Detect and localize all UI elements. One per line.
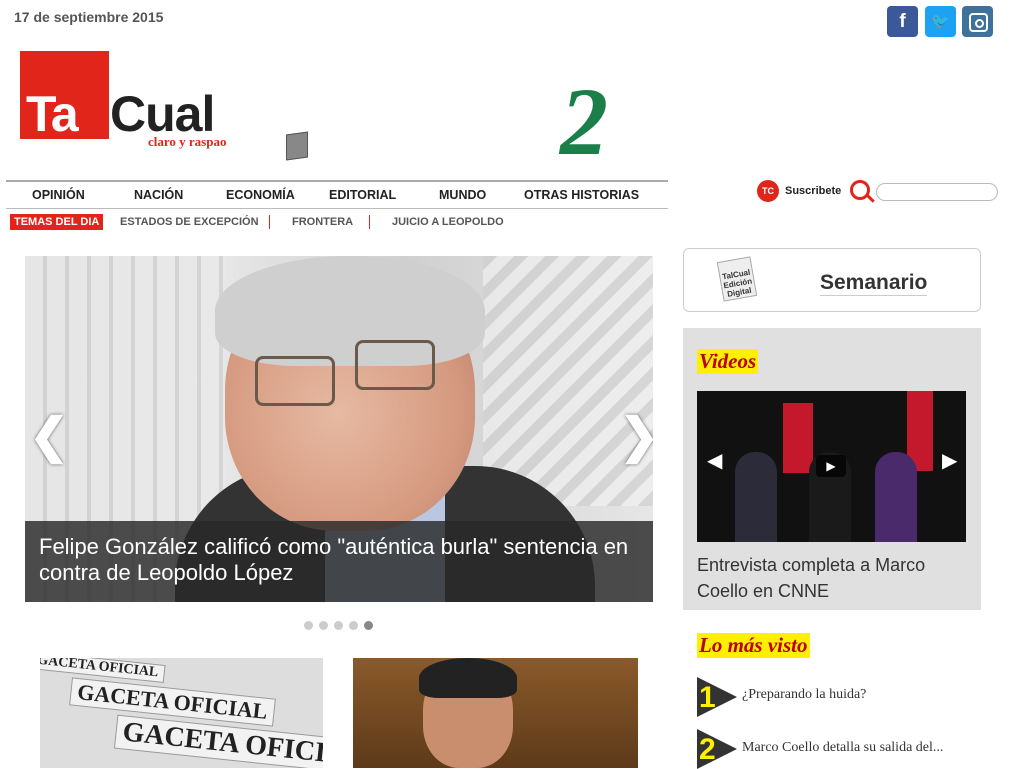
rank-number: 1: [699, 681, 716, 714]
slider-dot[interactable]: [319, 621, 328, 630]
video-person: [875, 452, 917, 542]
main-nav: OPINIÓN NACIÓN ECONOMÍA EDITORIAL MUNDO …: [6, 180, 668, 209]
most-viewed-widget: Lo más visto 1 ¿Preparando la huida? 2 M…: [683, 630, 981, 769]
printer-icon: [286, 131, 308, 161]
videos-title: Videos: [697, 349, 759, 374]
nav-item-editorial[interactable]: EDITORIAL: [329, 188, 396, 202]
semanario-banner[interactable]: TalCual Edición Digital Semanario: [683, 248, 981, 312]
search-icon[interactable]: [850, 180, 870, 200]
twitter-icon[interactable]: 🐦: [925, 6, 956, 37]
article-thumb-gaceta[interactable]: GACETA OFICIAL GACETA OFICIAL GACETA OFI…: [40, 658, 323, 768]
logo-tagline: claro y raspao: [148, 134, 227, 149]
anniversary-number: 2: [560, 68, 608, 175]
topics-badge: TEMAS DEL DIA: [10, 214, 104, 230]
subscribe-label: Suscribete: [785, 185, 842, 197]
most-viewed-title: Lo más visto: [697, 633, 810, 658]
topic-frontera[interactable]: FRONTERA: [292, 216, 353, 228]
rank-number: 2: [699, 733, 716, 766]
video-play-button[interactable]: ▶: [816, 455, 846, 477]
thumb-photo-hair: [419, 658, 517, 698]
hero-photo-hair: [215, 256, 485, 366]
rank-badge: 2: [697, 729, 737, 769]
nav-item-mundo[interactable]: MUNDO: [439, 188, 486, 202]
gaceta-paper-text: GACETA OFICIAL: [113, 714, 323, 768]
instagram-icon[interactable]: [962, 6, 993, 37]
nav-item-otras-historias[interactable]: OTRAS HISTORIAS: [524, 188, 639, 202]
topic-separator: [269, 215, 270, 229]
gaceta-paper-text: GACETA OFICIAL: [69, 677, 276, 727]
nav-item-opinion[interactable]: OPINIÓN: [32, 188, 85, 202]
site-logo[interactable]: Ta Cual claro y raspao: [20, 51, 245, 151]
hero-slider[interactable]: ❮ ❯ Felipe González calificó como "autén…: [25, 256, 653, 602]
semanario-label: Semanario: [820, 271, 928, 296]
edicion-digital-badge: TalCual Edición Digital: [716, 256, 758, 302]
nav-item-economia[interactable]: ECONOMÍA: [226, 188, 295, 202]
slider-next-button[interactable]: ❯: [619, 408, 653, 464]
topic-juicio-a-leopoldo[interactable]: JUICIO A LEOPOLDO: [392, 216, 504, 228]
header-date: 17 de septiembre 2015: [14, 9, 164, 25]
slider-dot[interactable]: [349, 621, 358, 630]
slider-prev-button[interactable]: ❮: [29, 408, 69, 464]
video-set-panel: [783, 403, 813, 473]
article-thumb-portrait[interactable]: [353, 658, 638, 768]
video-prev-icon[interactable]: ◀: [707, 448, 722, 473]
gaceta-paper-text: GACETA OFICIAL: [40, 658, 167, 684]
facebook-icon[interactable]: f: [887, 6, 918, 37]
video-caption[interactable]: Entrevista completa a Marco Coello en CN…: [697, 552, 967, 604]
hero-photo-glasses-left: [255, 356, 335, 406]
most-viewed-item[interactable]: Marco Coello detalla su salida del...: [742, 740, 943, 756]
video-person: [735, 452, 777, 542]
hero-headline[interactable]: Felipe González calificó como "auténtica…: [39, 534, 639, 586]
video-next-icon[interactable]: ▶: [942, 448, 957, 473]
logo-ta: Ta: [26, 86, 79, 142]
video-player[interactable]: ◀ ▶ ▶: [697, 391, 966, 542]
slider-dot[interactable]: [364, 621, 373, 630]
nav-item-nacion[interactable]: NACIÓN: [134, 188, 183, 202]
subscribe-logo-icon: TC: [757, 180, 779, 202]
rank-badge: 1: [697, 677, 737, 717]
hero-photo-glasses-right: [355, 340, 435, 390]
topic-estados-de-excepcion[interactable]: ESTADOS DE EXCEPCIÓN: [120, 216, 259, 228]
slider-dot[interactable]: [304, 621, 313, 630]
videos-widget: Videos ◀ ▶ ▶ Entrevista completa a Marco…: [683, 328, 981, 610]
topic-separator: [369, 215, 370, 229]
search-input[interactable]: [876, 183, 998, 201]
hero-caption-box[interactable]: Felipe González calificó como "auténtica…: [25, 521, 653, 602]
slider-dot[interactable]: [334, 621, 343, 630]
most-viewed-item[interactable]: ¿Preparando la huida?: [742, 687, 866, 703]
hero-background-right: [483, 256, 653, 506]
